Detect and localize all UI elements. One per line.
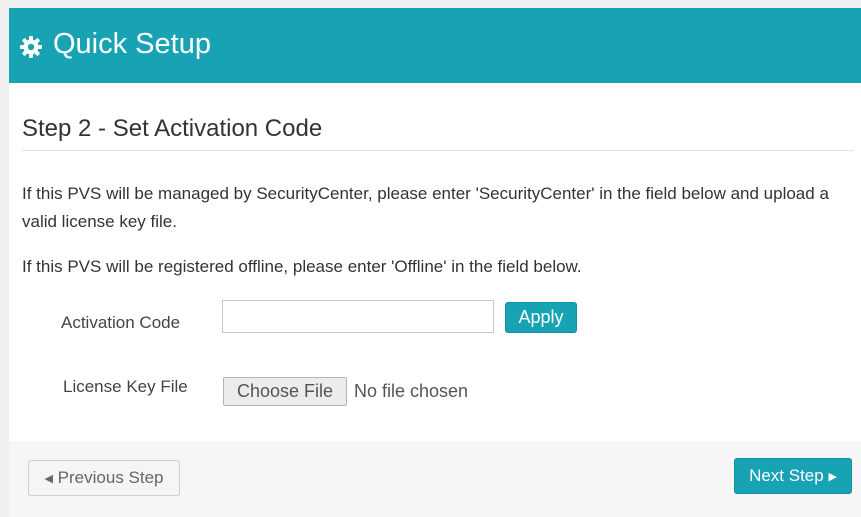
apply-button[interactable]: Apply: [505, 302, 577, 333]
license-key-file-label: License Key File: [63, 377, 188, 396]
divider: [22, 150, 854, 151]
step-title: Step 2 - Set Activation Code: [22, 115, 323, 142]
previous-step-button[interactable]: ◀ Previous Step: [28, 460, 180, 496]
caret-right-icon: ▶: [828, 471, 837, 483]
page-title: Quick Setup: [53, 28, 211, 60]
instruction-offline: If this PVS will be registered offline, …: [22, 257, 582, 276]
choose-file-button[interactable]: Choose File: [223, 377, 347, 406]
previous-step-label: Previous Step: [57, 468, 164, 487]
quick-setup-panel: Quick Setup Step 2 - Set Activation Code…: [9, 8, 861, 517]
gear-icon: [20, 36, 42, 58]
activation-code-input[interactable]: [222, 300, 494, 333]
caret-left-icon: ◀: [44, 473, 53, 485]
activation-code-label: Activation Code: [61, 313, 181, 332]
next-step-label: Next Step: [749, 466, 824, 485]
instruction-securitycenter: If this PVS will be managed by SecurityC…: [22, 184, 829, 231]
next-step-button[interactable]: Next Step ▶: [734, 458, 852, 494]
header-bar: Quick Setup: [9, 8, 861, 83]
file-status-text: No file chosen: [354, 381, 469, 401]
